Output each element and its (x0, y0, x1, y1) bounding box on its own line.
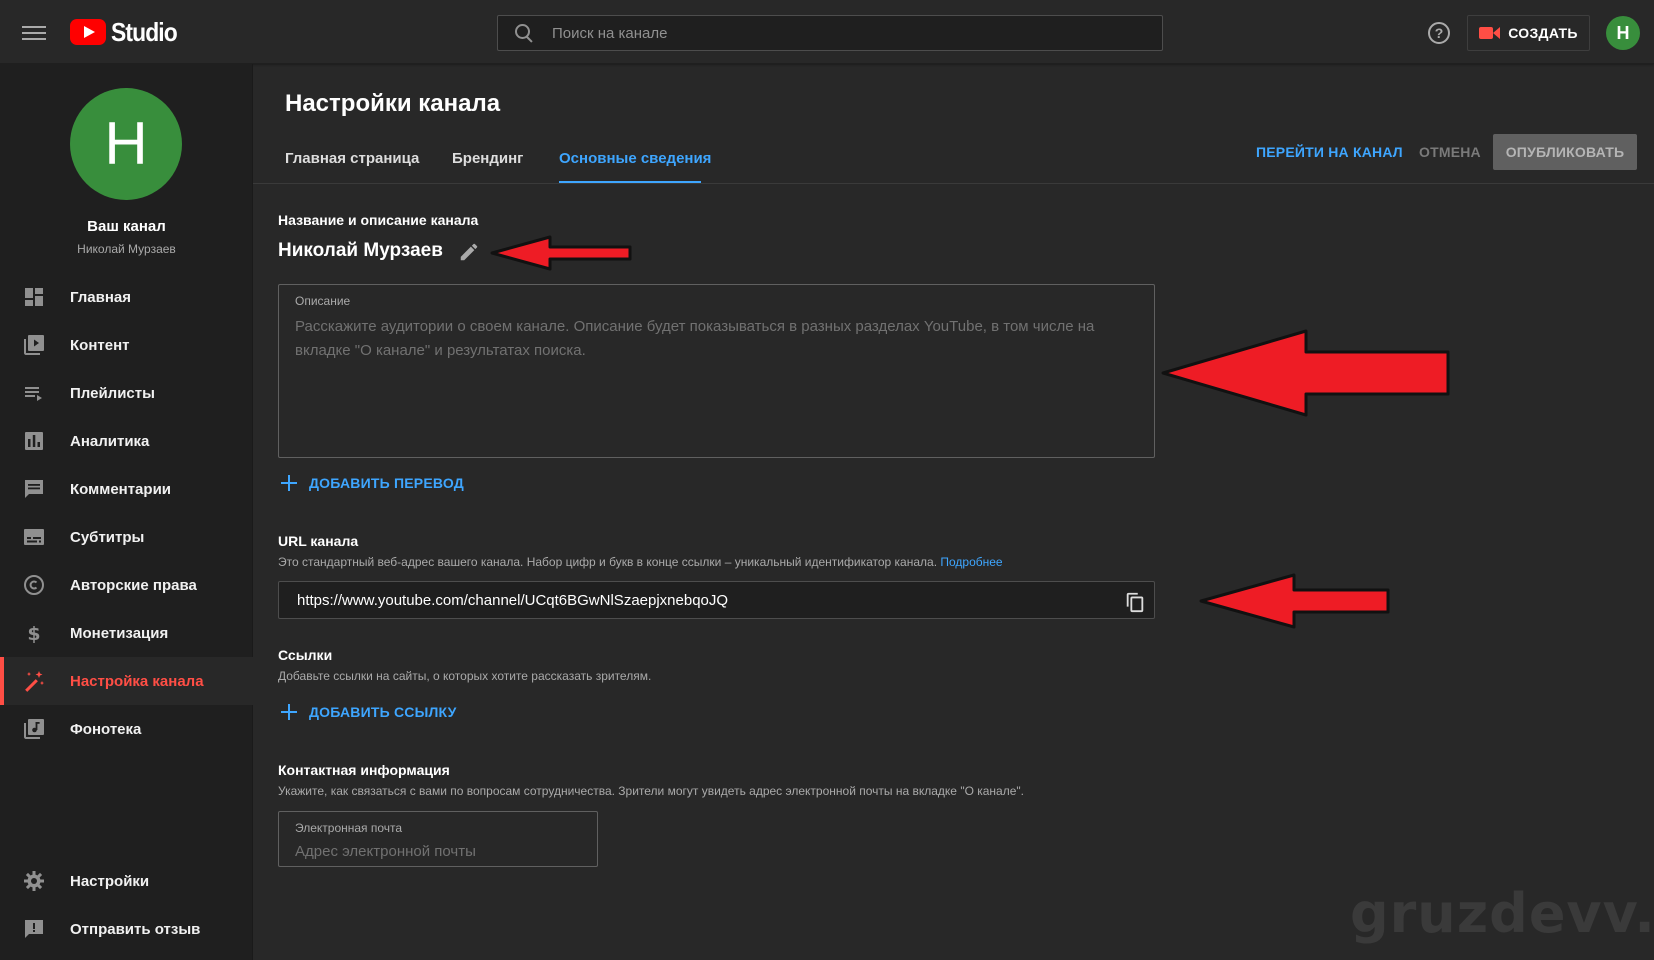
sidebar-item-label: Контент (70, 336, 130, 354)
channel-url-heading: URL канала (278, 533, 359, 549)
tab-branding[interactable]: Брендинг (452, 150, 523, 167)
email-field[interactable]: Электронная почта (278, 811, 598, 867)
annotation-arrow-description-shape (1161, 329, 1450, 417)
channel-name: Николай Мурзаев (278, 240, 443, 261)
sidebar-item-label: Субтитры (70, 528, 145, 546)
sidebar-item-label: Настройки (70, 872, 150, 890)
svg-text:$: $ (27, 623, 40, 645)
sidebar-item-comments[interactable]: Комментарии (0, 465, 253, 513)
description-placeholder[interactable]: Расскажите аудитории о своем канале. Опи… (295, 315, 1135, 363)
tab-basic-info[interactable]: Основные сведения (559, 150, 711, 167)
channel-url-description: Это стандартный веб-адрес вашего канала.… (278, 555, 1003, 569)
sidebar-item-feedback[interactable]: Отправить отзыв (0, 905, 253, 953)
dollar-icon: $ (22, 621, 46, 645)
copy-icon[interactable] (1124, 590, 1144, 613)
description-field[interactable]: Описание Расскажите аудитории о своем ка… (278, 284, 1155, 458)
sidebar-item-label: Комментарии (70, 480, 172, 498)
video-camera-icon (1479, 26, 1501, 40)
links-heading: Ссылки (278, 647, 333, 663)
video-library-icon (22, 333, 46, 357)
subtitles-icon (22, 525, 46, 549)
add-link-button[interactable]: ДОБАВИТЬ ССЫЛКУ (281, 704, 457, 720)
channel-url-text: Это стандартный веб-адрес вашего канала.… (278, 555, 938, 569)
feedback-icon (22, 917, 46, 941)
account-avatar[interactable]: Н (1606, 16, 1640, 50)
name-description-heading: Название и описание канала (278, 212, 479, 228)
sidebar-item-monetization[interactable]: $ Монетизация (0, 609, 253, 657)
sidebar-item-label: Главная (70, 288, 132, 306)
sidebar: Н Ваш канал Николай Мурзаев Главная Конт… (0, 64, 253, 960)
channel-avatar[interactable]: Н (70, 88, 182, 200)
tab-home-page[interactable]: Главная страница (285, 150, 419, 167)
add-translation-label: ДОБАВИТЬ ПЕРЕВОД (309, 475, 464, 491)
search-input[interactable] (534, 16, 1162, 50)
sidebar-item-subtitles[interactable]: Субтитры (0, 513, 253, 561)
goto-channel-link[interactable]: ПЕРЕЙТИ НА КАНАЛ (1256, 144, 1403, 160)
sidebar-item-content[interactable]: Контент (0, 321, 253, 369)
create-button[interactable]: СОЗДАТЬ (1467, 15, 1590, 51)
annotation-arrow-url (1199, 573, 1390, 629)
sidebar-item-playlists[interactable]: Плейлисты (0, 369, 253, 417)
music-library-icon (22, 717, 46, 741)
sidebar-item-label: Фонотека (70, 720, 142, 738)
sidebar-item-settings[interactable]: Настройки (0, 857, 253, 905)
dashboard-icon (22, 285, 46, 309)
channel-url-value[interactable]: https://www.youtube.com/channel/UCqt6BGw… (297, 592, 728, 609)
email-input[interactable] (295, 840, 585, 862)
sidebar-item-label: Авторские права (70, 576, 197, 594)
sidebar-item-audio-library[interactable]: Фонотека (0, 705, 253, 753)
sidebar-item-label: Настройка канала (70, 672, 204, 690)
youtube-play-icon (70, 19, 106, 45)
annotation-arrow-name (490, 235, 632, 271)
tabs-divider (253, 183, 1654, 184)
sidebar-item-customization[interactable]: Настройка канала (0, 657, 253, 705)
learn-more-link[interactable]: Подробнее (940, 555, 1002, 569)
youtube-studio-logo[interactable]: Studio (70, 16, 186, 47)
comment-icon (22, 477, 46, 501)
channel-owner-name: Николай Мурзаев (77, 242, 176, 256)
plus-icon (281, 704, 297, 720)
create-button-label: СОЗДАТЬ (1508, 25, 1578, 41)
cancel-button[interactable]: ОТМЕНА (1419, 144, 1481, 160)
copyright-icon (22, 573, 46, 597)
publish-button[interactable]: ОПУБЛИКОВАТЬ (1493, 134, 1637, 170)
add-translation-button[interactable]: ДОБАВИТЬ ПЕРЕВОД (281, 475, 464, 491)
channel-url-field: https://www.youtube.com/channel/UCqt6BGw… (278, 581, 1155, 619)
search-bar (497, 15, 1163, 51)
links-description: Добавьте ссылки на сайты, о которых хоти… (278, 669, 652, 683)
description-label: Описание (295, 294, 351, 308)
menu-icon[interactable] (22, 22, 46, 42)
annotation-arrow-description (1160, 0, 1454, 90)
sidebar-item-copyright[interactable]: Авторские права (0, 561, 253, 609)
gear-icon (22, 869, 46, 893)
edit-pencil-icon[interactable] (458, 241, 480, 263)
logo-text: Studio (111, 16, 178, 47)
sidebar-item-analytics[interactable]: Аналитика (0, 417, 253, 465)
sidebar-item-label: Аналитика (70, 432, 150, 450)
watermark-text: gruzdevv.ru (1350, 882, 1654, 945)
email-label: Электронная почта (295, 821, 403, 835)
magic-wand-icon (22, 669, 46, 693)
add-link-label: ДОБАВИТЬ ССЫЛКУ (309, 704, 457, 720)
playlist-icon (22, 381, 46, 405)
search-icon[interactable] (514, 23, 534, 43)
channel-title: Ваш канал (87, 218, 166, 235)
page-title: Настройки канала (285, 90, 501, 117)
plus-icon (281, 475, 297, 491)
contact-info-heading: Контактная информация (278, 762, 450, 778)
sidebar-item-dashboard[interactable]: Главная (0, 273, 253, 321)
analytics-icon (22, 429, 46, 453)
contact-info-description: Укажите, как связаться с вами по вопроса… (278, 784, 1025, 798)
sidebar-item-label: Плейлисты (70, 384, 155, 402)
sidebar-item-label: Отправить отзыв (70, 920, 201, 938)
sidebar-item-label: Монетизация (70, 624, 169, 642)
